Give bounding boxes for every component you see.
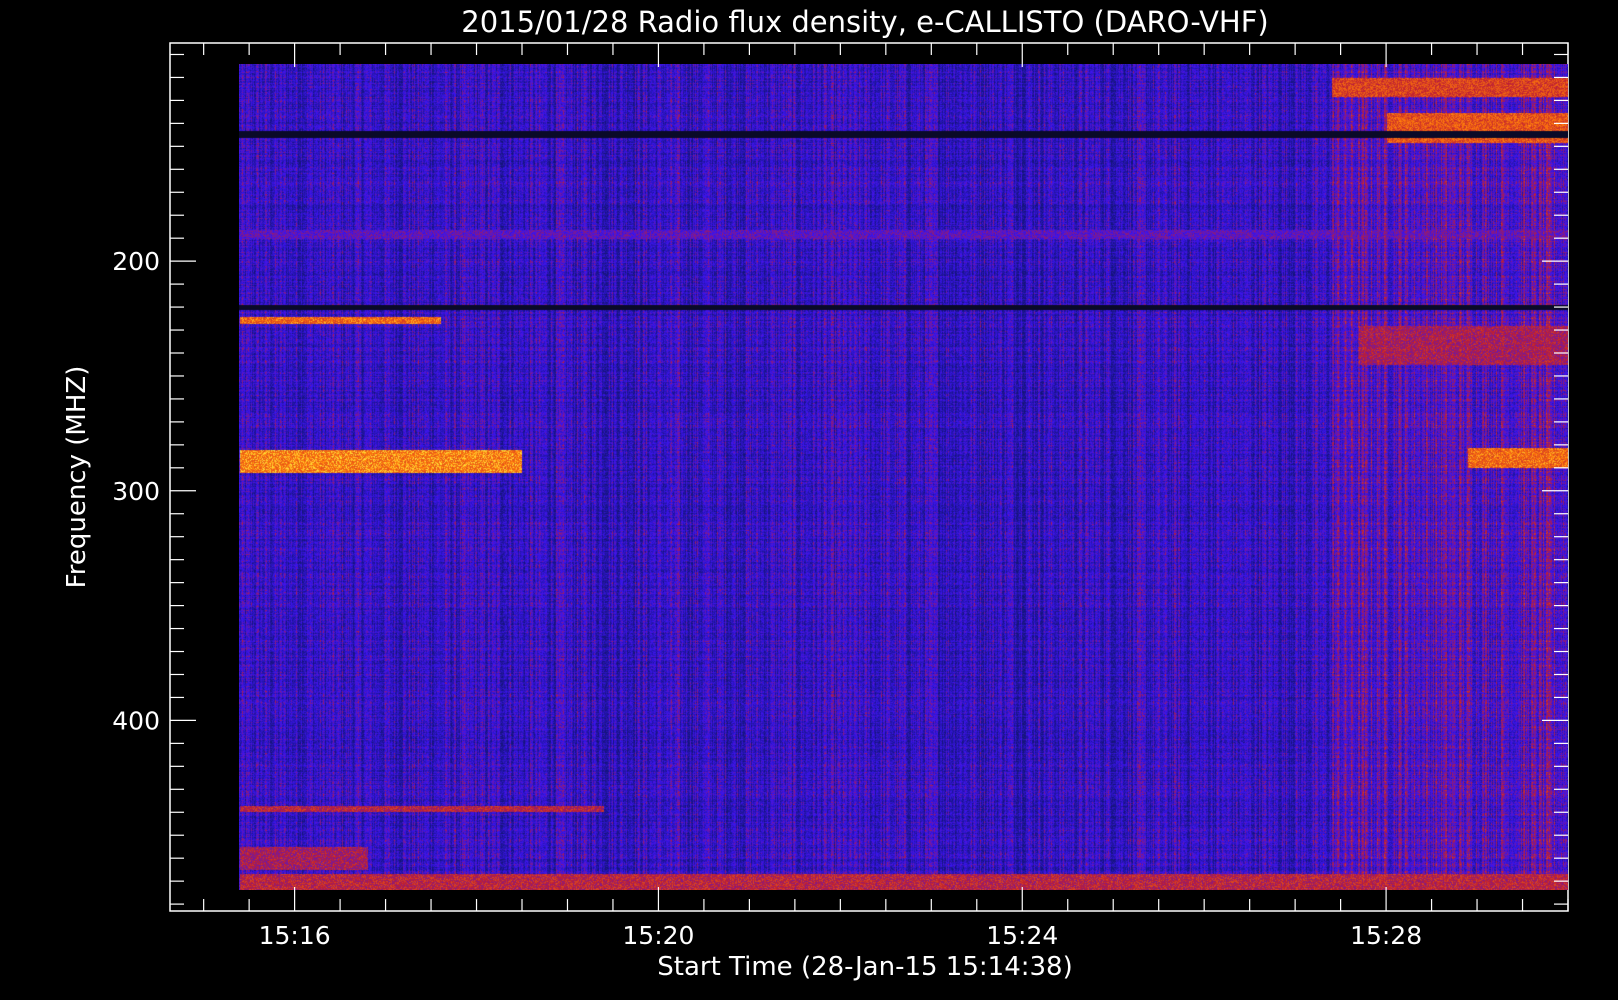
x-tick-label: 15:24: [986, 921, 1058, 950]
x-axis-label: Start Time (28-Jan-15 15:14:38): [657, 952, 1072, 982]
chart-title: 2015/01/28 Radio flux density, e-CALLIST…: [461, 5, 1268, 39]
y-tick-label: 300: [112, 477, 160, 506]
x-tick-label: 15:16: [259, 921, 331, 950]
x-tick-label: 15:20: [622, 921, 694, 950]
y-tick-label: 400: [112, 706, 160, 735]
x-tick-label: 15:28: [1350, 921, 1422, 950]
y-axis-label: Frequency (MHZ): [62, 366, 92, 589]
spectrogram-image: [239, 64, 1568, 890]
y-tick-label: 200: [112, 247, 160, 276]
spectrogram-heatmap: [239, 64, 1568, 890]
spectrogram-chart: 2015/01/28 Radio flux density, e-CALLIST…: [62, 5, 1569, 982]
